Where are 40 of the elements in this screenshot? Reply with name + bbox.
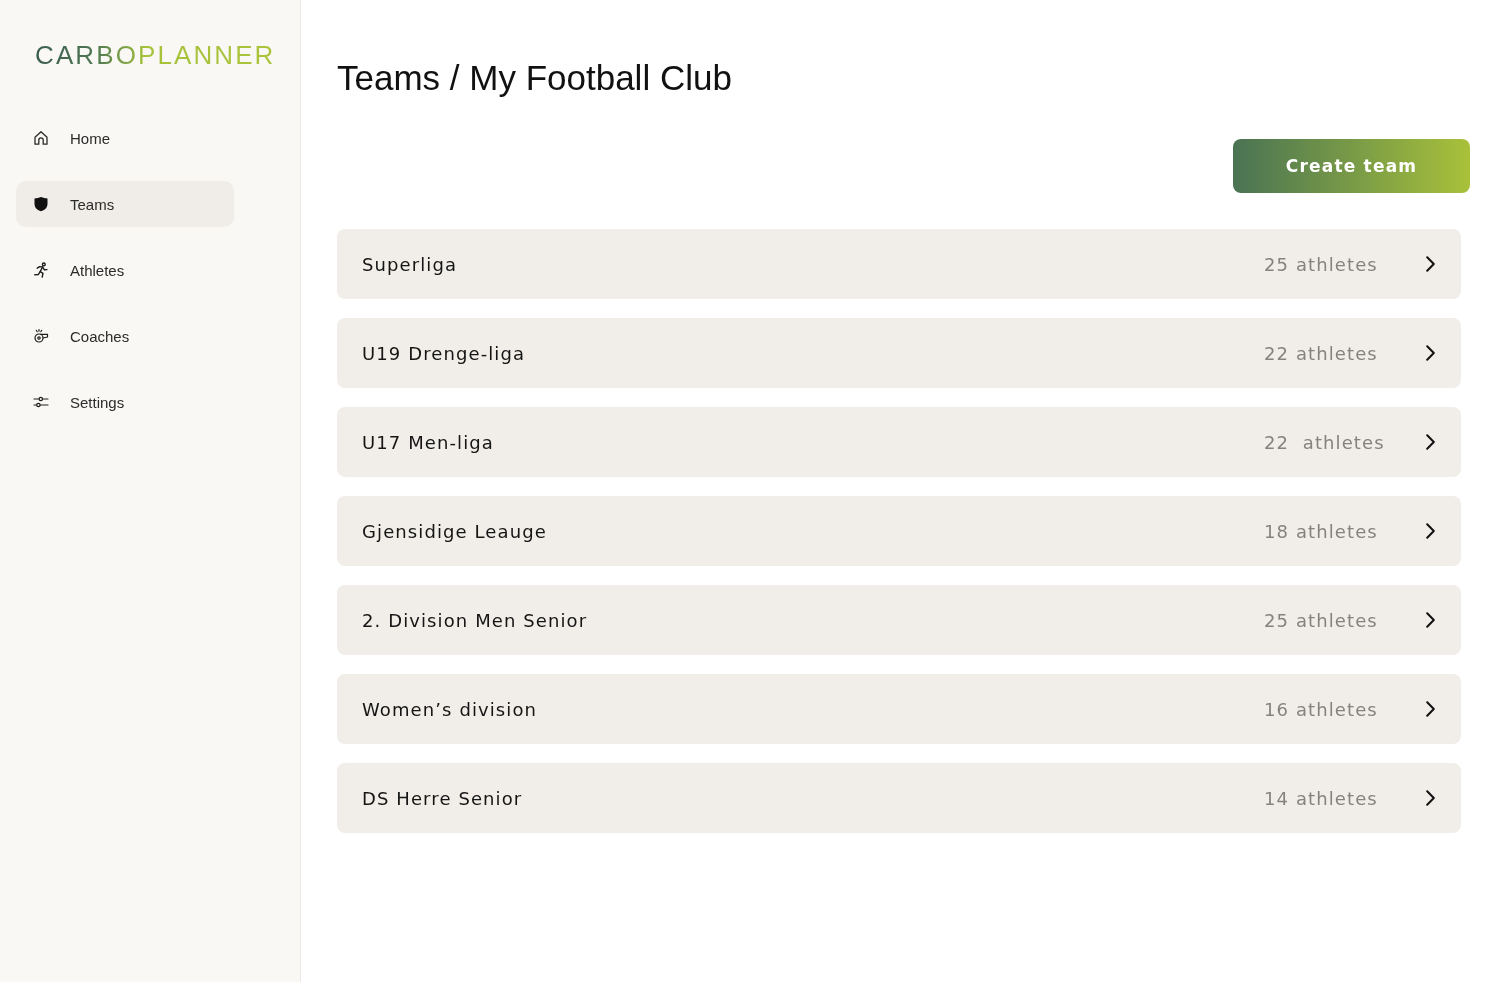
shield-icon	[33, 196, 49, 212]
team-name: Gjensidige Leauge	[362, 520, 548, 542]
chevron-right-icon	[1426, 612, 1435, 628]
team-row[interactable]: DS Herre Senior 14 athletes	[337, 763, 1461, 833]
athlete-count: 14 athletes	[1264, 787, 1379, 809]
team-name: U17 Men-liga	[362, 431, 495, 453]
athlete-count: 18 athletes	[1264, 520, 1379, 542]
team-name: DS Herre Senior	[362, 787, 524, 809]
athlete-count: 22 athletes	[1264, 431, 1386, 453]
team-row[interactable]: 2. Division Men Senior 25 athletes	[337, 585, 1461, 655]
team-row[interactable]: U19 Drenge-liga 22 athletes	[337, 318, 1461, 388]
whistle-icon	[33, 328, 49, 344]
team-row[interactable]: Women’s division 16 athletes	[337, 674, 1461, 744]
chevron-right-icon	[1426, 434, 1435, 450]
page-title: Teams / My Football Club	[337, 57, 732, 99]
chevron-right-icon	[1426, 523, 1435, 539]
chevron-right-icon	[1426, 790, 1435, 806]
nav-item[interactable]: Settings	[16, 379, 234, 425]
chevron-right-icon	[1426, 256, 1435, 272]
sliders-icon	[33, 394, 49, 410]
team-name: U19 Drenge-liga	[362, 342, 527, 364]
nav-item[interactable]: Teams	[16, 181, 234, 227]
nav-item[interactable]: Coaches	[16, 313, 234, 359]
team-row[interactable]: Superliga 25 athletes	[337, 229, 1461, 299]
nav-item[interactable]: Home	[16, 115, 234, 161]
team-name: 2. Division Men Senior	[362, 609, 589, 631]
athlete-count: 22 athletes	[1264, 342, 1379, 364]
team-name: Superliga	[362, 253, 459, 275]
chevron-right-icon	[1426, 345, 1435, 361]
athlete-count: 25 athletes	[1264, 253, 1379, 275]
home-icon	[33, 130, 49, 146]
athlete-count: 16 athletes	[1264, 698, 1379, 720]
nav-item[interactable]: Athletes	[16, 247, 234, 293]
runner-icon	[33, 262, 49, 278]
team-row[interactable]: U17 Men-liga 22 athletes	[337, 407, 1461, 477]
chevron-right-icon	[1426, 701, 1435, 717]
create-team-button[interactable]: Create team	[1233, 139, 1470, 193]
team-name: Women’s division	[362, 698, 539, 720]
team-row[interactable]: Gjensidige Leauge 18 athletes	[337, 496, 1461, 566]
athlete-count: 25 athletes	[1264, 609, 1379, 631]
